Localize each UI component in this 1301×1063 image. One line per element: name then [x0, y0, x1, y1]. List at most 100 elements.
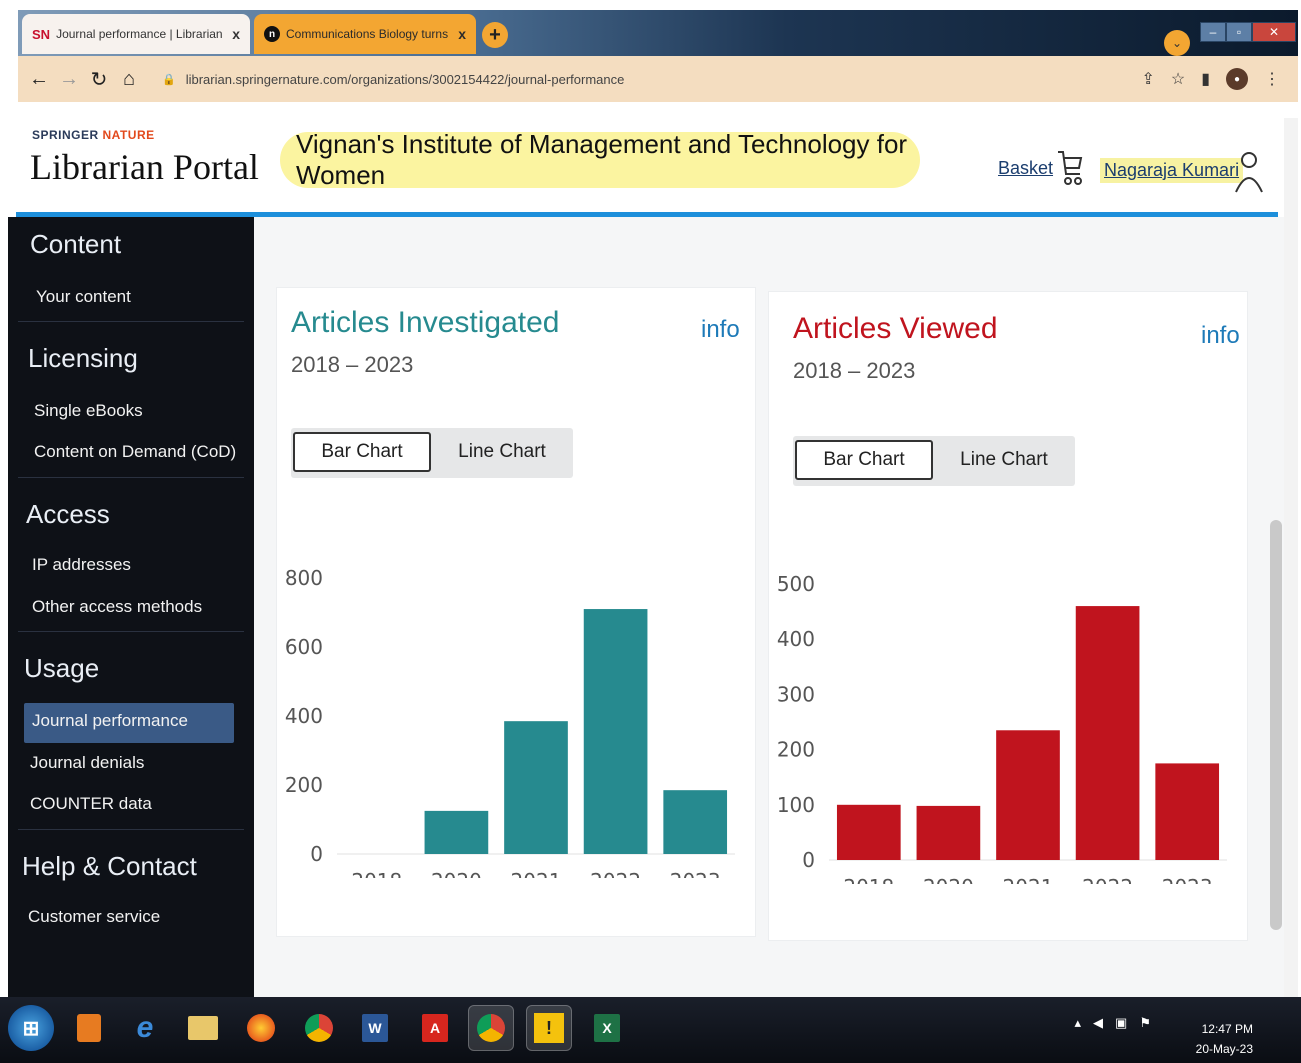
word-icon[interactable]: W: [352, 1005, 398, 1051]
basket-link[interactable]: Basket: [998, 158, 1053, 179]
y-tick-label: 600: [285, 635, 323, 659]
browser-toolbar: ← → ↻ ⌂ 🔒 librarian.springernature.com/o…: [18, 56, 1298, 102]
chart-type-toggle: Bar Chart Line Chart: [291, 428, 573, 478]
network-icon[interactable]: ▣: [1115, 1015, 1127, 1031]
bar-chart-tab[interactable]: Bar Chart: [293, 432, 431, 472]
bar-2020: [424, 810, 489, 854]
main-content: Articles Investigated 2018 – 2023 info B…: [254, 217, 1284, 997]
y-tick-label: 0: [310, 842, 323, 866]
y-tick-label: 400: [777, 627, 815, 651]
forward-arrow-icon[interactable]: →: [54, 68, 84, 91]
x-tick-label: 2023: [670, 869, 721, 878]
card-date-range: 2018 – 2023: [793, 358, 916, 383]
media-player-icon[interactable]: [66, 1005, 112, 1051]
tray-expand-icon[interactable]: ▴: [1075, 1015, 1082, 1031]
system-clock[interactable]: 12:47 PM 20-May-23: [1196, 1019, 1253, 1059]
sidebar-item-ip-addresses[interactable]: IP addresses: [32, 555, 131, 575]
x-tick-label: 2021: [511, 869, 562, 878]
sidebar-heading-usage: Usage: [24, 653, 100, 683]
bar-2023: [663, 790, 728, 854]
user-icon[interactable]: [1234, 150, 1264, 194]
file-explorer-icon[interactable]: [180, 1005, 226, 1051]
start-button-icon[interactable]: ⊞: [8, 1005, 54, 1051]
internet-explorer-icon[interactable]: e: [122, 1005, 168, 1051]
y-tick-label: 200: [777, 738, 815, 762]
sidebar-panel-icon[interactable]: ▮: [1201, 69, 1210, 89]
chrome-active-icon[interactable]: [468, 1005, 514, 1051]
tab-search-chevron-icon[interactable]: ⌄: [1164, 30, 1190, 56]
x-tick-label: 2022: [1082, 875, 1133, 884]
bar-2018: [836, 804, 901, 860]
new-tab-button[interactable]: +: [482, 22, 508, 48]
close-window-button[interactable]: ✕: [1252, 22, 1296, 42]
bar-2021: [996, 730, 1060, 860]
back-arrow-icon[interactable]: ←: [24, 68, 54, 91]
page-scrollbar-thumb[interactable]: [1270, 520, 1282, 930]
menu-kebab-icon[interactable]: ⋮: [1264, 69, 1280, 89]
articles-viewed-card: Articles Viewed 2018 – 2023 info Bar Cha…: [768, 291, 1248, 941]
sidebar-item-content-on-demand[interactable]: Content on Demand (CoD): [34, 442, 236, 462]
lock-icon: 🔒: [162, 73, 176, 86]
sidebar-divider: [18, 631, 244, 632]
sidebar-divider: [18, 477, 244, 478]
sidebar-heading-content: Content: [30, 229, 122, 259]
cart-icon[interactable]: [1056, 148, 1084, 188]
sidebar-heading-access: Access: [26, 499, 110, 529]
card-title: Articles Investigated: [291, 306, 560, 339]
articles-investigated-bar-chart: 0 200 400 600 800 2018 2020 2021 2022 2023: [285, 566, 735, 878]
x-tick-label: 2023: [1162, 875, 1213, 884]
portal-title[interactable]: Librarian Portal: [30, 146, 259, 188]
share-icon[interactable]: ⇪: [1141, 69, 1154, 89]
springer-favicon-icon: SN: [32, 26, 51, 42]
sidebar-divider: [18, 829, 244, 830]
articles-investigated-card: Articles Investigated 2018 – 2023 info B…: [276, 287, 756, 937]
portal-header: SPRINGER NATURE Librarian Portal Vignan'…: [16, 102, 1282, 214]
line-chart-tab[interactable]: Line Chart: [433, 432, 571, 472]
springer-nature-logo[interactable]: SPRINGER NATURE: [32, 128, 155, 142]
volume-icon[interactable]: ◀: [1093, 1015, 1103, 1031]
maximize-button[interactable]: ▫: [1226, 22, 1252, 42]
page-scrollbar-track[interactable]: [1284, 118, 1298, 1004]
address-bar[interactable]: 🔒 librarian.springernature.com/organizat…: [162, 72, 1141, 87]
windows-taskbar: ⊞ e W A ! X ▴ ◀ ▣ ⚑ 12:47 PM 20-May-23: [0, 997, 1301, 1063]
chrome-icon[interactable]: [296, 1005, 342, 1051]
window-controls: – ▫ ✕: [1200, 22, 1296, 44]
card-title: Articles Viewed: [793, 312, 998, 345]
minimize-button[interactable]: –: [1200, 22, 1226, 42]
bar-chart-tab[interactable]: Bar Chart: [795, 440, 933, 480]
bookmark-star-icon[interactable]: ☆: [1171, 69, 1185, 89]
excel-icon[interactable]: X: [584, 1005, 630, 1051]
tab-title: Communications Biology turns: [286, 27, 449, 41]
chart-type-toggle: Bar Chart Line Chart: [793, 436, 1075, 486]
sidebar-item-customer-service[interactable]: Customer service: [28, 907, 160, 927]
y-tick-label: 200: [285, 773, 323, 797]
tab-journal-performance[interactable]: SN Journal performance | Librarian x: [22, 14, 250, 54]
info-link[interactable]: info: [701, 316, 740, 344]
home-icon[interactable]: ⌂: [114, 68, 144, 91]
y-tick-label: 300: [777, 682, 815, 706]
browser-tabstrip: SN Journal performance | Librarian x n C…: [18, 10, 1298, 56]
sidebar-item-journal-denials[interactable]: Journal denials: [30, 753, 144, 773]
sidebar-item-single-ebooks[interactable]: Single eBooks: [34, 401, 143, 421]
articles-viewed-bar-chart: 0 100 200 300 400 500 2018 2020 2021 2022 2023: [777, 572, 1227, 884]
user-account-link[interactable]: Nagaraja Kumari: [1100, 158, 1244, 183]
flag-icon[interactable]: ⚑: [1139, 1015, 1151, 1031]
sidebar-item-other-access-methods[interactable]: Other access methods: [32, 597, 202, 617]
acrobat-icon[interactable]: A: [412, 1005, 458, 1051]
reload-icon[interactable]: ↻: [84, 67, 114, 92]
bar-2022: [583, 609, 648, 854]
sidebar-item-journal-performance[interactable]: Journal performance: [24, 703, 234, 743]
info-link[interactable]: info: [1201, 322, 1240, 350]
card-date-range: 2018 – 2023: [291, 352, 414, 377]
line-chart-tab[interactable]: Line Chart: [935, 440, 1073, 480]
sidebar-item-your-content[interactable]: Your content: [36, 287, 131, 307]
x-tick-label: 2022: [590, 869, 641, 878]
firefox-icon[interactable]: [238, 1005, 284, 1051]
tab-communications-biology[interactable]: n Communications Biology turns x: [254, 14, 476, 54]
close-tab-icon[interactable]: x: [232, 26, 240, 42]
warning-icon[interactable]: !: [526, 1005, 572, 1051]
bar-2023: [1155, 763, 1220, 860]
close-tab-icon[interactable]: x: [458, 26, 466, 42]
profile-avatar-icon[interactable]: ●: [1226, 68, 1248, 90]
sidebar-item-counter-data[interactable]: COUNTER data: [30, 794, 152, 814]
